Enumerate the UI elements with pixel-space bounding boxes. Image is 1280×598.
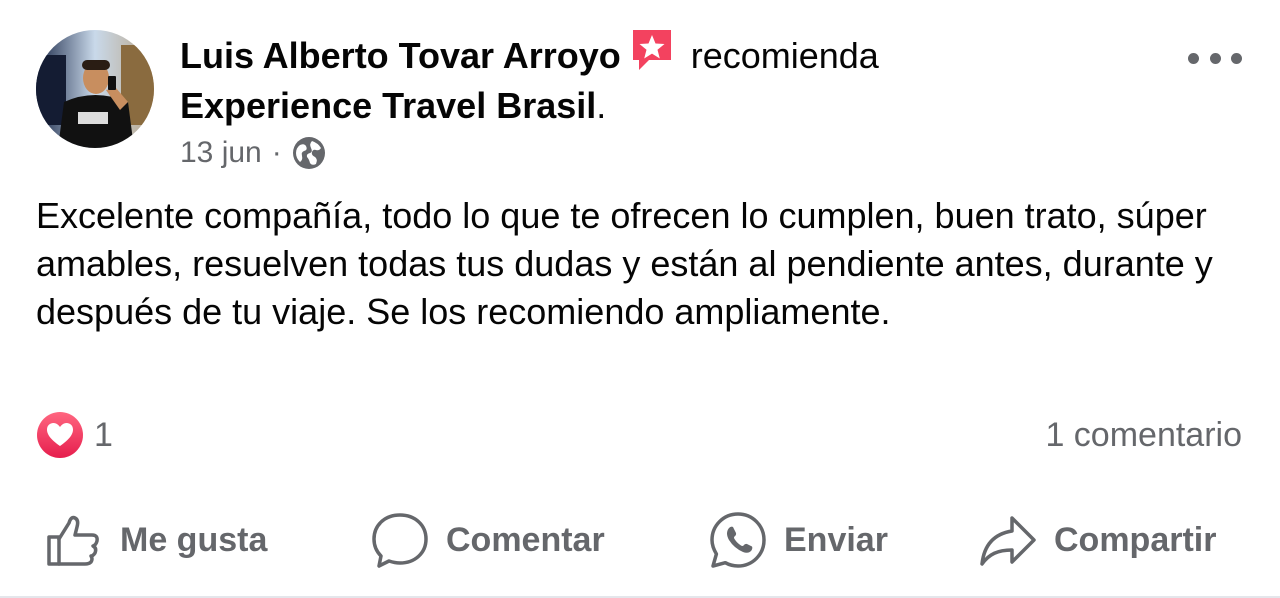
share-button[interactable]: Compartir [978, 500, 1216, 580]
more-options-button[interactable] [1188, 44, 1242, 72]
recommends-verb: recomienda [690, 35, 879, 76]
heart-icon [37, 412, 83, 458]
post-meta: 13 jun · [180, 133, 326, 173]
comment-button[interactable]: Comentar [370, 500, 605, 580]
page-name-suffix: . [596, 85, 607, 126]
meta-separator: · [271, 136, 282, 169]
send-button[interactable]: Enviar [708, 500, 888, 580]
avatar-photo [36, 30, 154, 148]
whatsapp-icon [710, 512, 766, 568]
reaction-count: 1 [94, 415, 113, 454]
reaction-summary[interactable]: 1 [36, 410, 113, 460]
recommended-page-name[interactable]: Experience Travel Brasil [180, 85, 596, 126]
post-header: Luis Alberto Tovar Arroyo recomienda Exper… [180, 26, 1140, 131]
post-body: Excelente compañía, todo lo que te ofrec… [36, 195, 1213, 332]
comment-bubble-icon [372, 513, 428, 568]
thumbs-up-icon [47, 515, 99, 566]
more-dot-icon [1188, 52, 1199, 64]
post-date[interactable]: 13 jun [180, 136, 262, 170]
recommendation-icon [629, 26, 675, 72]
author-avatar[interactable] [36, 30, 154, 148]
send-label: Enviar [784, 520, 888, 559]
like-button[interactable]: Me gusta [44, 500, 267, 580]
author-name[interactable]: Luis Alberto Tovar Arroyo [180, 35, 621, 76]
share-label: Compartir [1054, 520, 1217, 559]
more-dot-icon [1209, 52, 1221, 64]
action-bar: Me gusta Comentar Enviar Compartir [0, 500, 1280, 580]
comment-count[interactable]: 1 comentario [1045, 410, 1242, 460]
globe-icon [292, 137, 325, 169]
like-label: Me gusta [120, 520, 268, 559]
comment-label: Comentar [446, 520, 605, 559]
share-arrow-icon [980, 516, 1036, 566]
more-dot-icon [1231, 52, 1242, 64]
